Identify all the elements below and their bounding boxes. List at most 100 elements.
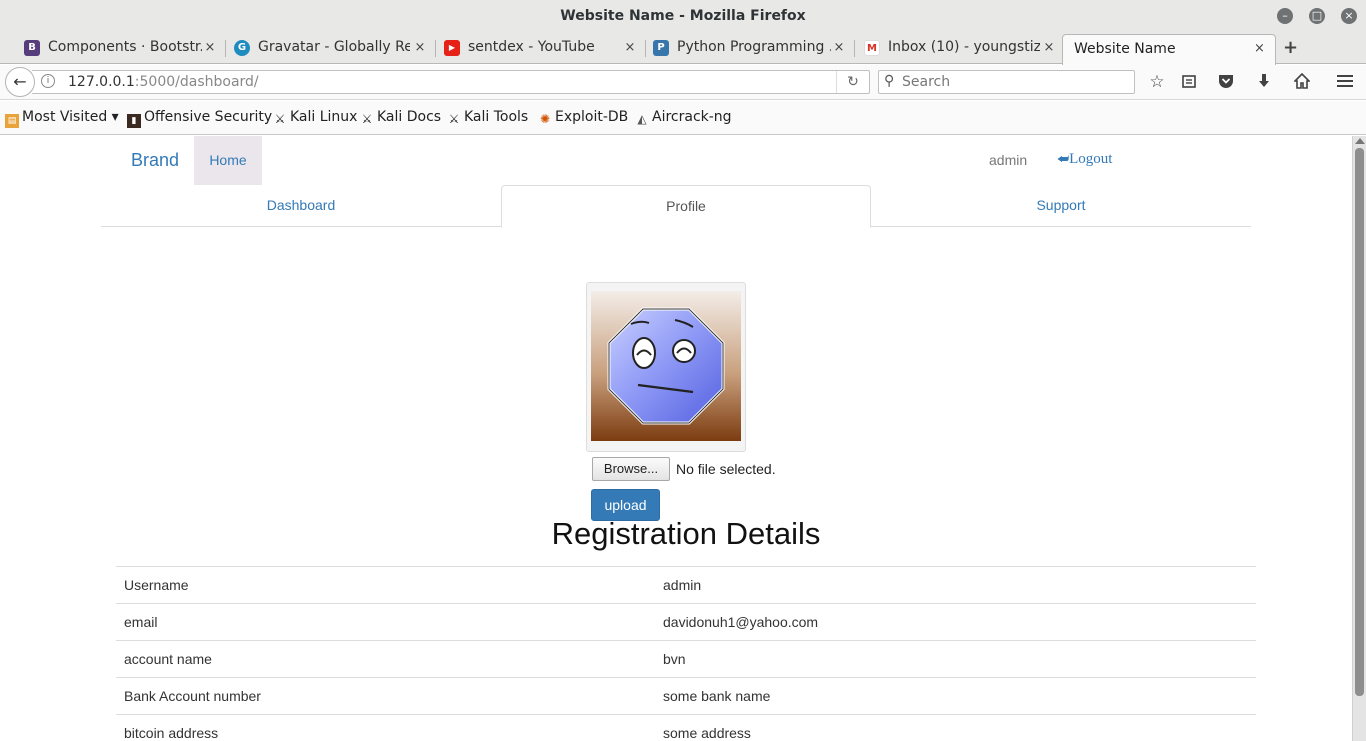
browser-tab[interactable]: P Python Programming ...: [653, 32, 831, 64]
tab-close-button[interactable]: ×: [1254, 35, 1265, 63]
tab-profile[interactable]: Profile: [501, 185, 871, 228]
maximize-button[interactable]: □: [1309, 8, 1325, 24]
menu-icon[interactable]: [1333, 70, 1357, 94]
bookmark-label: Kali Linux: [290, 109, 358, 125]
browse-button[interactable]: Browse...: [592, 457, 670, 481]
tab-close-button[interactable]: ×: [832, 32, 846, 64]
tab-label: Gravatar - Globally Re...: [258, 39, 410, 55]
row-value: davidonuh1@yahoo.com: [655, 603, 1256, 641]
minimize-button[interactable]: –: [1277, 8, 1293, 24]
row-key: Bank Account number: [116, 677, 655, 715]
navigation-toolbar: i 127.0.0.1:5000/dashboard/ ↻ ← ⚲ ☆: [0, 65, 1366, 100]
avatar-image: [591, 291, 741, 441]
brand-link[interactable]: Brand: [131, 150, 179, 171]
tab-close-button[interactable]: ×: [203, 32, 217, 64]
python-icon: P: [653, 40, 669, 56]
row-key: account name: [116, 640, 655, 678]
row-key: bitcoin address: [116, 714, 655, 741]
gmail-icon: M: [864, 40, 880, 56]
browser-tab-active[interactable]: Website Name ×: [1062, 34, 1276, 65]
bookmark-offensive-security[interactable]: ▮ Offensive Security: [127, 101, 272, 134]
bookmark-aircrack-ng[interactable]: ◭ Aircrack-ng: [635, 101, 732, 134]
bookmark-label: Kali Docs: [377, 109, 442, 125]
bookmark-label: Offensive Security: [144, 109, 273, 125]
exploitdb-icon: ✺: [539, 112, 551, 126]
close-window-button[interactable]: ×: [1341, 8, 1357, 24]
tab-close-button[interactable]: ×: [623, 32, 637, 64]
bookmark-label: Aircrack-ng: [652, 109, 732, 125]
profile-tabs: Dashboard Profile Support: [101, 185, 1251, 228]
url-bar[interactable]: i 127.0.0.1:5000/dashboard/ ↻: [32, 70, 870, 94]
kali-icon: ⚔: [448, 112, 460, 126]
nav-home-link[interactable]: Home: [194, 136, 262, 185]
url-text[interactable]: 127.0.0.1:5000/dashboard/: [68, 71, 259, 93]
browser-tab[interactable]: M Inbox (10) - youngstiz...: [864, 32, 1040, 64]
bookmark-label: Kali Tools: [464, 109, 529, 125]
row-value: some address: [655, 714, 1256, 741]
info-icon[interactable]: i: [41, 74, 55, 88]
tab-dashboard[interactable]: Dashboard: [101, 185, 501, 227]
nav-username: admin: [989, 152, 1028, 168]
row-key: email: [116, 603, 655, 641]
logout-label: Logout: [1069, 151, 1113, 167]
back-icon[interactable]: ←: [5, 67, 35, 97]
window-title: Website Name - Mozilla Firefox: [560, 8, 806, 24]
window-titlebar: Website Name - Mozilla Firefox – □ ×: [0, 0, 1366, 32]
page-scrollbar[interactable]: [1352, 136, 1366, 741]
bookmark-exploit-db[interactable]: ✺ Exploit-DB: [538, 101, 628, 134]
row-value: admin: [655, 566, 1256, 604]
tab-label: Components · Bootstr...: [48, 39, 202, 55]
logout-icon: ⮨: [1057, 152, 1070, 167]
table-row: Bank Account number some bank name: [116, 677, 1256, 715]
gravatar-face-icon: [607, 307, 725, 425]
url-path: :5000/dashboard/: [134, 74, 259, 90]
bookmark-label: Most Visited ▾: [22, 109, 119, 125]
row-value: some bank name: [655, 677, 1256, 715]
tab-support[interactable]: Support: [871, 185, 1251, 227]
download-icon[interactable]: [1252, 70, 1276, 94]
tab-separator: [854, 40, 855, 57]
web-page: Brand Home admin ⮨Logout Dashboard Profi…: [0, 136, 1352, 741]
tab-separator: [225, 40, 226, 57]
file-status: No file selected.: [676, 461, 776, 477]
scroll-up-icon[interactable]: [1355, 138, 1365, 144]
table-row: account name bvn: [116, 640, 1256, 678]
search-input[interactable]: [902, 72, 1127, 92]
browser-tab[interactable]: G Gravatar - Globally Re...: [234, 32, 410, 64]
bookmark-kali-linux[interactable]: ⚔ Kali Linux: [273, 101, 358, 134]
new-tab-button[interactable]: +: [1283, 32, 1303, 64]
bookmark-kali-docs[interactable]: ⚔ Kali Docs: [360, 101, 441, 134]
bookmark-label: Exploit-DB: [555, 109, 629, 125]
search-box[interactable]: ⚲: [878, 70, 1135, 94]
row-key: Username: [116, 566, 655, 604]
bookmark-kali-tools[interactable]: ⚔ Kali Tools: [447, 101, 529, 134]
home-icon[interactable]: [1290, 70, 1314, 94]
aircrack-icon: ◭: [637, 112, 647, 126]
tab-separator: [645, 40, 646, 57]
reload-icon[interactable]: ↻: [836, 71, 869, 93]
avatar: [586, 282, 746, 452]
bookmarks-toolbar: ▤ Most Visited ▾ ▮ Offensive Security ⚔ Kal…: [0, 101, 1366, 135]
logout-link[interactable]: ⮨Logout: [1057, 151, 1112, 168]
tab-label: Inbox (10) - youngstiz...: [888, 39, 1040, 55]
registration-table: Username admin email davidonuh1@yahoo.com …: [116, 566, 1256, 741]
youtube-icon: ▶: [444, 40, 460, 56]
star-icon[interactable]: ☆: [1145, 70, 1169, 94]
browser-tab[interactable]: ▶ sentdex - YouTube: [444, 32, 624, 64]
browser-tab[interactable]: B Components · Bootstr...: [24, 32, 202, 64]
tab-close-button[interactable]: ×: [1042, 32, 1056, 64]
kali-icon: ⚔: [361, 112, 373, 126]
bootstrap-icon: B: [24, 40, 40, 56]
scrollbar-thumb[interactable]: [1355, 148, 1364, 696]
tab-label: Website Name: [1074, 41, 1176, 57]
kali-icon: ⚔: [274, 112, 286, 126]
bookmark-most-visited[interactable]: ▤ Most Visited ▾: [5, 101, 119, 134]
tab-label: Python Programming ...: [677, 39, 831, 55]
tab-close-button[interactable]: ×: [413, 32, 427, 64]
row-value: bvn: [655, 640, 1256, 678]
pocket-icon[interactable]: [1214, 70, 1238, 94]
reading-list-icon[interactable]: [1177, 70, 1201, 94]
tab-label: sentdex - YouTube: [468, 39, 595, 55]
tab-separator: [435, 40, 436, 57]
table-row: Username admin: [116, 566, 1256, 604]
